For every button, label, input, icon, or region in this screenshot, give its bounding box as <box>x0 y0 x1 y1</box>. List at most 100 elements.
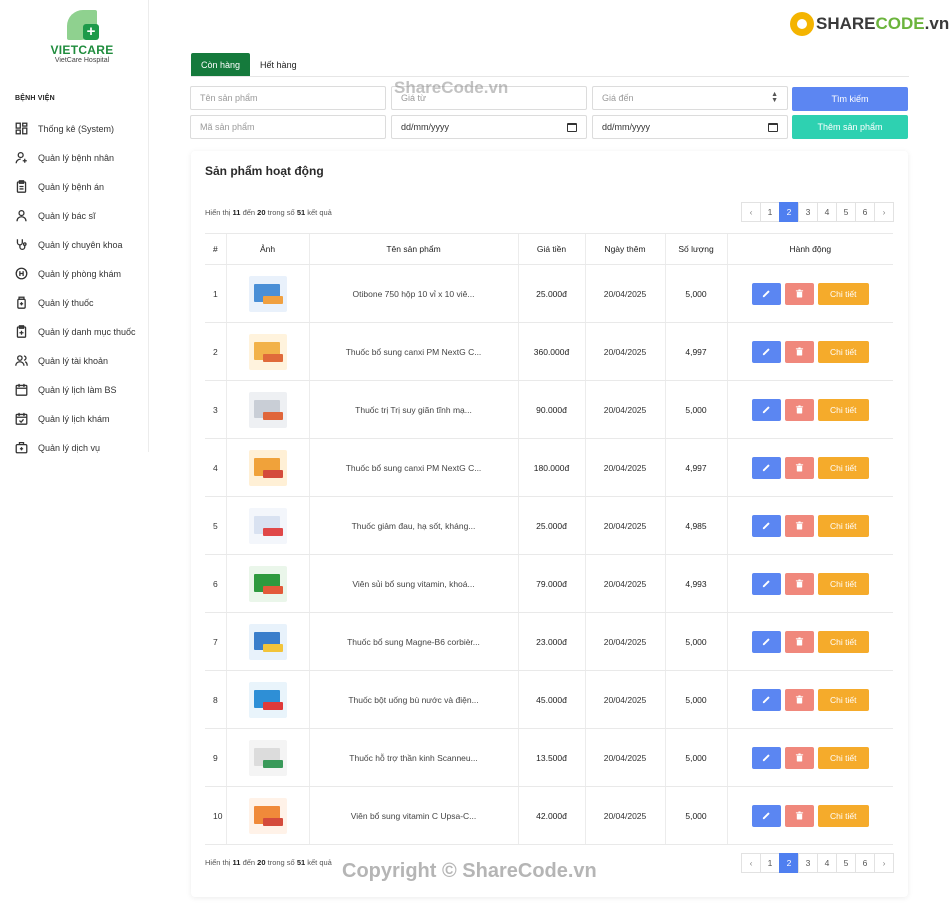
detail-button[interactable]: Chi tiết <box>817 688 869 711</box>
price-to-input[interactable]: Giá đến ▲ ▼ <box>592 86 788 110</box>
delete-button[interactable] <box>784 688 814 711</box>
page-1[interactable]: 1 <box>760 853 780 873</box>
pagination-prev[interactable]: ‹ <box>741 202 761 222</box>
detail-button[interactable]: Chi tiết <box>817 456 869 479</box>
trash-icon <box>795 289 804 298</box>
tab-in-stock[interactable]: Còn hàng <box>191 53 251 76</box>
page-1[interactable]: 1 <box>760 202 780 222</box>
edit-button[interactable] <box>751 340 781 363</box>
logo[interactable]: + VIETCARE VietCare Hospital <box>46 8 118 64</box>
sidebar-item-appointments[interactable]: Quản lý lịch khám <box>14 404 148 433</box>
sidebar-item-specialties[interactable]: Quản lý chuyên khoa <box>14 230 148 259</box>
page-4[interactable]: 4 <box>817 202 837 222</box>
sidebar-item-medicine-categories[interactable]: Quản lý danh mục thuốc <box>14 317 148 346</box>
delete-button[interactable] <box>784 456 814 479</box>
page-5[interactable]: 5 <box>836 853 856 873</box>
sidebar-item-services[interactable]: Quản lý dịch vụ <box>14 433 148 462</box>
page-5[interactable]: 5 <box>836 202 856 222</box>
product-date: 20/04/2025 <box>584 554 665 613</box>
date-to-value: dd/mm/yyyy <box>602 122 651 132</box>
briefcase-medical-icon <box>14 441 28 455</box>
edit-button[interactable] <box>751 746 781 769</box>
detail-button[interactable]: Chi tiết <box>817 282 869 305</box>
delete-button[interactable] <box>784 282 814 305</box>
sidebar-item-label: Quản lý phòng khám <box>38 268 122 279</box>
search-button[interactable]: Tìm kiếm <box>792 87 908 111</box>
sidebar-item-clinics[interactable]: Quản lý phòng khám <box>14 259 148 288</box>
detail-button[interactable]: Chi tiết <box>817 340 869 363</box>
product-name: Viên sủi bổ sung vitamin, khoá... <box>308 554 518 613</box>
product-image <box>248 275 287 312</box>
product-code-input[interactable]: Mã sản phẩm <box>190 115 386 139</box>
page-4[interactable]: 4 <box>817 853 837 873</box>
delete-button[interactable] <box>784 398 814 421</box>
product-image-cell <box>225 786 309 845</box>
sidebar-item-doctors[interactable]: Quản lý bác sĩ <box>14 201 148 230</box>
products-table: # Ảnh Tên sản phẩm Giá tiền Ngày thêm Số… <box>205 233 893 845</box>
delete-button[interactable] <box>784 746 814 769</box>
product-image-cell <box>225 670 309 729</box>
page-2[interactable]: 2 <box>779 202 799 222</box>
price-from-input[interactable]: Giá từ <box>391 86 587 110</box>
product-name: Viên bổ sung vitamin C Upsa-C... <box>308 786 518 845</box>
edit-button[interactable] <box>751 572 781 595</box>
pagination-next[interactable]: › <box>874 202 894 222</box>
spinner-icon[interactable]: ▲ ▼ <box>771 91 778 104</box>
calendar-icon[interactable] <box>567 122 577 132</box>
detail-button[interactable]: Chi tiết <box>817 398 869 421</box>
edit-button[interactable] <box>751 804 781 827</box>
pagination-next[interactable]: › <box>874 853 894 873</box>
add-product-button[interactable]: Thêm sản phẩm <box>792 115 908 139</box>
calendar-icon <box>14 383 28 397</box>
edit-button[interactable] <box>751 398 781 421</box>
row-index: 7 <box>205 612 226 671</box>
delete-button[interactable] <box>784 630 814 653</box>
product-name-input[interactable]: Tên sản phẩm <box>190 86 386 110</box>
detail-button[interactable]: Chi tiết <box>817 514 869 537</box>
table-row: 10 Viên bổ sung vitamin C Upsa-C... 42.000… <box>205 786 893 845</box>
table-row: 5 Thuốc giảm đau, hạ sốt, kháng... 25.000đ… <box>205 496 893 555</box>
product-quantity: 4,985 <box>664 496 727 555</box>
date-to-input[interactable]: dd/mm/yyyy <box>592 115 788 139</box>
delete-button[interactable] <box>784 804 814 827</box>
edit-button[interactable] <box>751 688 781 711</box>
delete-button[interactable] <box>784 572 814 595</box>
sidebar-item-accounts[interactable]: Quản lý tài khoản <box>14 346 148 375</box>
detail-button[interactable]: Chi tiết <box>817 572 869 595</box>
detail-button[interactable]: Chi tiết <box>817 746 869 769</box>
edit-button[interactable] <box>751 630 781 653</box>
page-3[interactable]: 3 <box>798 202 818 222</box>
sidebar-menu: Thống kê (System) Quản lý bệnh nhân Quản… <box>14 114 148 462</box>
detail-button[interactable]: Chi tiết <box>817 804 869 827</box>
date-from-input[interactable]: dd/mm/yyyy <box>391 115 587 139</box>
sidebar-item-doctor-schedule[interactable]: Quản lý lịch làm BS <box>14 375 148 404</box>
delete-button[interactable] <box>784 340 814 363</box>
product-image-cell <box>225 264 309 323</box>
page-6[interactable]: 6 <box>855 853 875 873</box>
delete-button[interactable] <box>784 514 814 537</box>
sidebar-item-patients[interactable]: Quản lý bệnh nhân <box>14 143 148 172</box>
pencil-icon <box>762 289 771 298</box>
product-name-placeholder: Tên sản phẩm <box>200 93 258 103</box>
table-row: 7 Thuốc bổ sung Magne-B6 corbièr... 23.000… <box>205 612 893 671</box>
tab-out-of-stock[interactable]: Hết hàng <box>250 53 307 76</box>
page-3[interactable]: 3 <box>798 853 818 873</box>
sidebar-item-medicines[interactable]: Quản lý thuốc <box>14 288 148 317</box>
hospital-icon <box>14 267 28 281</box>
col-actions: Hành động <box>726 233 893 265</box>
edit-button[interactable] <box>751 514 781 537</box>
sharecode-brand: SHARECODE.vn <box>790 12 950 36</box>
calendar-icon[interactable] <box>768 122 778 132</box>
page-6[interactable]: 6 <box>855 202 875 222</box>
sidebar-item-statistics[interactable]: Thống kê (System) <box>14 114 148 143</box>
page-2[interactable]: 2 <box>779 853 799 873</box>
pagination-prev[interactable]: ‹ <box>741 853 761 873</box>
sidebar-item-label: Quản lý lịch làm BS <box>38 384 117 395</box>
product-image-cell <box>225 380 309 439</box>
table-row: 2 Thuốc bổ sung canxi PM NextG C... 360.00… <box>205 322 893 381</box>
row-actions: Chi tiết <box>726 322 893 381</box>
sidebar-item-medical-records[interactable]: Quản lý bệnh án <box>14 172 148 201</box>
edit-button[interactable] <box>751 456 781 479</box>
edit-button[interactable] <box>751 282 781 305</box>
detail-button[interactable]: Chi tiết <box>817 630 869 653</box>
